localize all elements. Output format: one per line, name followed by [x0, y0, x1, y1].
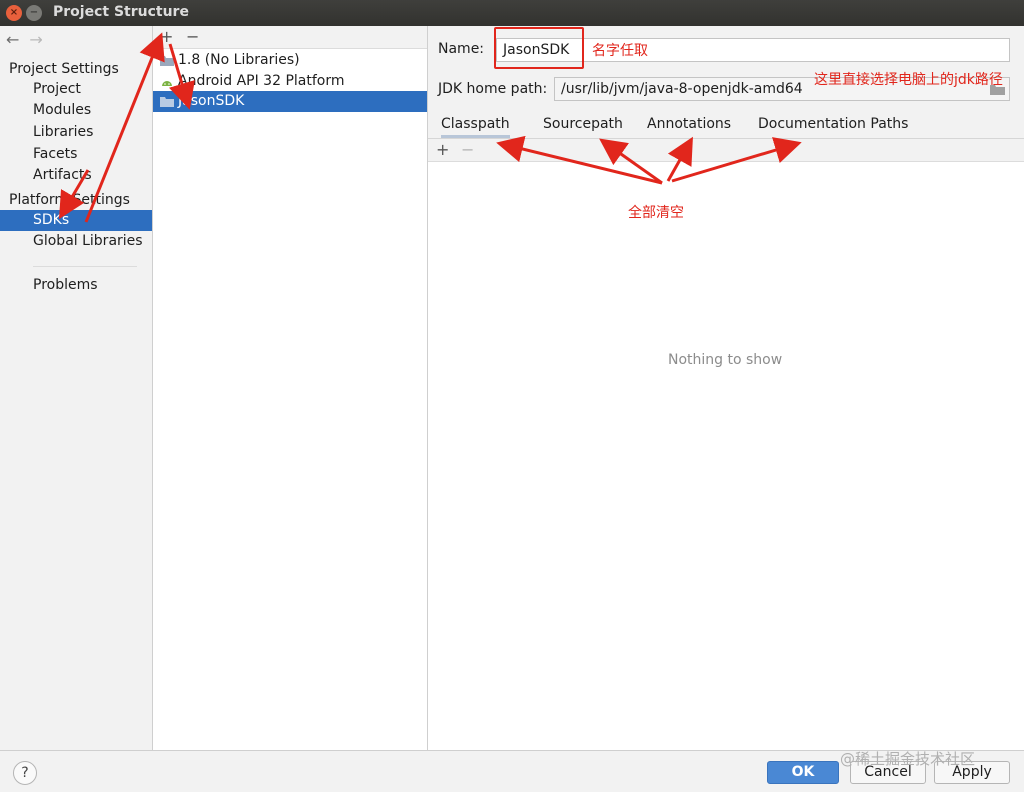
sidebar-item-sdks[interactable]: SDKs — [0, 210, 152, 231]
sidebar-item-problems[interactable]: Problems — [0, 275, 152, 296]
ok-button[interactable]: OK — [767, 761, 839, 784]
sidebar-item-facets[interactable]: Facets — [0, 144, 152, 165]
window-title: Project Structure — [53, 4, 189, 20]
sidebar-item-artifacts[interactable]: Artifacts — [0, 165, 152, 186]
empty-state-text: Nothing to show — [668, 352, 783, 368]
nav-arrows: ← → — [6, 30, 53, 49]
forward-arrow-icon[interactable]: → — [29, 30, 42, 49]
sdk-item-1-8[interactable]: 1.8 (No Libraries) — [153, 50, 427, 71]
settings-sidebar: ← → Project Settings Project Modules Libr… — [0, 26, 153, 750]
sidebar-item-libraries[interactable]: Libraries — [0, 122, 152, 143]
remove-sdk-button[interactable]: − — [186, 27, 199, 46]
clear-annotation: 全部清空 — [628, 205, 684, 221]
classpath-list: Nothing to show — [428, 161, 1024, 750]
minimize-window-button[interactable]: − — [26, 5, 42, 21]
folder-icon — [160, 97, 174, 107]
sidebar-item-modules[interactable]: Modules — [0, 100, 152, 121]
platform-settings-header: Platform Settings — [9, 192, 130, 208]
sdk-list-panel: + − 1.8 (No Libraries) Android API 32 Pl… — [153, 26, 428, 750]
sdk-item-label: JasonSDK — [178, 93, 245, 109]
sidebar-divider — [33, 266, 137, 267]
jdk-home-path-label: JDK home path: — [438, 81, 548, 97]
close-window-button[interactable]: × — [6, 5, 22, 21]
back-arrow-icon[interactable]: ← — [6, 30, 19, 49]
sidebar-item-project[interactable]: Project — [0, 79, 152, 100]
add-path-button[interactable]: + — [436, 140, 449, 159]
sdk-item-label: 1.8 (No Libraries) — [178, 52, 300, 68]
tab-sourcepath[interactable]: Sourcepath — [543, 116, 623, 132]
sdk-details-panel: Name: JasonSDK JDK home path: /usr/lib/j… — [428, 26, 1024, 750]
sdk-item-jasonsdk[interactable]: JasonSDK — [153, 91, 427, 112]
sdk-list-toolbar: + − — [153, 26, 427, 49]
watermark: @稀土掘金技术社区 — [840, 750, 976, 768]
folder-icon — [160, 56, 174, 66]
sdk-item-android-api-32[interactable]: Android API 32 Platform — [153, 71, 427, 92]
help-button[interactable]: ? — [13, 761, 37, 785]
title-bar: × − Project Structure — [0, 0, 1024, 26]
jdk-home-path-value: /usr/lib/jvm/java-8-openjdk-amd64 — [561, 81, 803, 97]
android-icon — [162, 81, 172, 86]
tab-documentation-paths[interactable]: Documentation Paths — [758, 116, 908, 132]
path-annotation: 这里直接选择电脑上的jdk路径 — [814, 72, 1003, 88]
tab-annotations[interactable]: Annotations — [647, 116, 731, 132]
name-annotation: 名字任取 — [592, 43, 648, 59]
project-settings-header: Project Settings — [9, 61, 119, 77]
tab-classpath[interactable]: Classpath — [441, 116, 510, 138]
classpath-toolbar: + − — [428, 139, 1024, 161]
sdk-item-label: Android API 32 Platform — [178, 73, 345, 89]
name-highlight-box — [494, 27, 584, 69]
name-label: Name: — [438, 41, 485, 57]
sidebar-item-global-libraries[interactable]: Global Libraries — [0, 231, 152, 252]
remove-path-button[interactable]: − — [461, 140, 474, 159]
add-sdk-button[interactable]: + — [160, 27, 173, 46]
